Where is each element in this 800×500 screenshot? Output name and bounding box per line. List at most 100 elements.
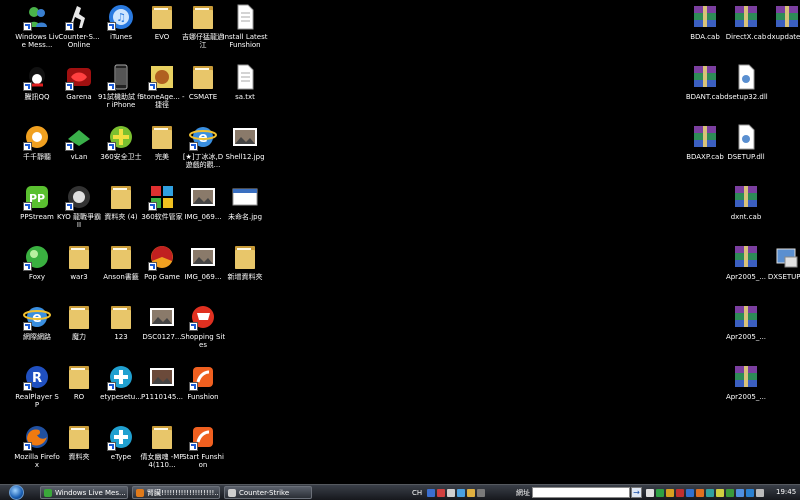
desktop-icon-photo[interactable]: IMG_069... xyxy=(183,182,223,240)
go-button[interactable]: → xyxy=(631,487,642,498)
tray-bluetooth-icon[interactable] xyxy=(736,488,744,497)
dll-icon xyxy=(732,63,760,91)
folder-icon xyxy=(107,243,135,271)
desktop-icon-folder[interactable]: RO xyxy=(59,362,99,420)
realplayer-icon: R xyxy=(23,363,51,391)
notification-area xyxy=(646,486,764,499)
folder-icon xyxy=(148,3,176,31)
desktop-icon-vlan[interactable]: vLan xyxy=(59,122,99,180)
taskbar-button-counter-strike[interactable]: Counter-Strike xyxy=(224,486,312,499)
desktop-icon-ie[interactable]: e [★]丁冰冰,D 遊戲的觀... xyxy=(183,122,223,180)
desktop-icon-popgame[interactable]: Pop Game xyxy=(142,242,182,300)
desktop-icon-qq[interactable]: 騰訊QQ xyxy=(17,62,57,120)
desktop-icon-folder[interactable]: 新增資料夾 xyxy=(225,242,265,300)
desktop-icon-label: 360安全卫士 xyxy=(100,153,142,161)
desktop-icon-dll[interactable]: DSETUP.dll xyxy=(726,122,766,180)
tray-volume-icon[interactable] xyxy=(756,488,764,497)
desktop-icon-etype[interactable]: eType xyxy=(101,422,141,480)
desktop-icon-garena[interactable]: Garena xyxy=(59,62,99,120)
desktop-icon-folder[interactable]: 資料夾 (4) xyxy=(101,182,141,240)
tray-firefox-icon[interactable] xyxy=(696,488,704,497)
taskbar-button-browser[interactable]: 腎臟!!!!!!!!!!!!!!!!!!!... xyxy=(132,486,220,499)
desktop-icon-folder[interactable]: 魔力 xyxy=(59,302,99,360)
desktop-icon-etype[interactable]: etypesetu... xyxy=(100,362,142,420)
options-icon[interactable] xyxy=(477,488,486,497)
settings-icon[interactable] xyxy=(467,488,476,497)
desktop-icon-rar[interactable]: Apr2005_... xyxy=(726,302,766,360)
tray-funshion-icon[interactable] xyxy=(716,488,724,497)
desktop-icon-rar[interactable]: BDAXP.cab xyxy=(685,122,725,180)
shortcut-arrow-icon xyxy=(23,322,32,331)
address-input[interactable] xyxy=(532,487,630,498)
tray-arrow-icon[interactable] xyxy=(646,488,654,497)
taskbar-button-messenger[interactable]: Windows Live Mes... xyxy=(40,486,128,499)
desktop-icon-folder[interactable]: 123 xyxy=(101,302,141,360)
desktop-icon-rar[interactable]: BDA.cab xyxy=(685,2,725,60)
desktop-icon-folder[interactable]: war3 xyxy=(59,242,99,300)
desktop-icon-doc[interactable]: sa.txt xyxy=(225,62,265,120)
desktop-icon-folder[interactable]: CSMATE xyxy=(183,62,223,120)
desktop-icon-shopping[interactable]: Shopping Sites xyxy=(181,302,225,360)
tray-antivirus-icon[interactable] xyxy=(676,488,684,497)
desktop-icon-label: IMG_069... xyxy=(184,213,222,221)
tray-alert-icon[interactable] xyxy=(746,488,754,497)
desktop-icon-s360mgr[interactable]: 360软件管家 xyxy=(141,182,183,240)
desktop-icon-folder[interactable]: 倩女幽魂 -MP4(110... xyxy=(140,422,184,480)
shortcut-arrow-icon xyxy=(107,142,116,151)
tray-power-icon[interactable] xyxy=(726,488,734,497)
stoneage-icon xyxy=(148,63,176,91)
desktop-icon-pps[interactable]: PP PPStream xyxy=(17,182,57,240)
desktop-icon-rar[interactable]: DirectX.cab xyxy=(726,2,766,60)
keyboard-icon[interactable] xyxy=(447,488,456,497)
desktop-icon-folder[interactable]: 吉娜仔猛龍過江 xyxy=(182,2,224,60)
desktop-icon-cs[interactable]: Counter-S... Online xyxy=(58,2,100,60)
desktop-icon-messenger[interactable]: Windows Live Mess... xyxy=(15,2,59,60)
desktop-icon-folder[interactable]: EVO xyxy=(142,2,182,60)
desktop-icon-itunes[interactable]: ♫ iTunes xyxy=(101,2,141,60)
desktop-icon-folder[interactable]: 資料夾 xyxy=(59,422,99,480)
desktop-icon-foxy[interactable]: Foxy xyxy=(17,242,57,300)
desktop-icon-image[interactable]: Shell12.jpg xyxy=(225,122,265,180)
desktop-icon-ttplayer[interactable]: 千千靜聽 xyxy=(17,122,57,180)
desktop-icon-rar[interactable]: BDANT.cab xyxy=(685,62,725,120)
desktop-icon-setup[interactable]: DXSETUP... xyxy=(767,242,800,300)
ie-icon: e xyxy=(189,123,217,151)
tray-network-icon[interactable] xyxy=(686,488,694,497)
desktop-icon-ie[interactable]: e 網際網路 xyxy=(17,302,57,360)
desktop-icon-realplayer[interactable]: R RealPlayer SP xyxy=(15,362,59,420)
desktop-icon-doc[interactable]: Install Latest Funshion xyxy=(223,2,267,60)
desktop-icon-rar[interactable]: Apr2005_... xyxy=(726,362,766,420)
ime-mode-icon[interactable] xyxy=(437,488,446,497)
desktop-icon-photo[interactable]: IMG_069... xyxy=(183,242,223,300)
desktop-icon-photo2[interactable]: DSC0127... xyxy=(142,302,182,360)
desktop-icon-dll[interactable]: dsetup32.dll xyxy=(724,62,768,120)
desktop-icon-s360[interactable]: 360安全卫士 xyxy=(100,122,142,180)
tray-shield-icon[interactable] xyxy=(666,488,674,497)
desktop-icon-rar[interactable]: dxnt.cab xyxy=(726,182,766,240)
desktop-icon-funshion[interactable]: Funshion xyxy=(183,362,223,420)
desktop-icon-firefox[interactable]: Mozilla Firefox xyxy=(14,422,60,480)
desktop-icon-rar[interactable]: Apr2005_... xyxy=(726,242,766,300)
desktop-icon-folder[interactable]: 完美 xyxy=(142,122,182,180)
desktop-icon-iphone[interactable]: 91試機助試 for iPhone xyxy=(98,62,144,120)
clock[interactable]: 19:45 xyxy=(776,488,796,496)
desktop-icon-label: Foxy xyxy=(28,273,46,281)
desktop-icon-label: 資料夾 (4) xyxy=(104,213,138,221)
etype-icon xyxy=(107,363,135,391)
desktop-icon-rar[interactable]: dxupdate... xyxy=(767,2,800,60)
desktop-icon-window[interactable]: 未命名.jpg xyxy=(225,182,265,240)
desktop-icon-label: Funshion xyxy=(187,393,219,401)
pps-icon: PP xyxy=(23,183,51,211)
folder-icon xyxy=(65,363,93,391)
ime-icon[interactable] xyxy=(427,488,436,497)
desktop-icon-funshion[interactable]: Start Funshion xyxy=(182,422,224,480)
desktop-icon-kyo[interactable]: KYO 龍戰爭霸II xyxy=(57,182,101,240)
start-button[interactable] xyxy=(2,485,30,500)
desktop-icon-photo3[interactable]: P1110145... xyxy=(141,362,183,420)
tray-messenger-icon[interactable] xyxy=(706,488,714,497)
help-icon[interactable] xyxy=(457,488,466,497)
desktop-icon-folder[interactable]: Anson書籤 xyxy=(101,242,141,300)
language-indicator[interactable]: CH xyxy=(412,489,422,497)
tray-360-icon[interactable] xyxy=(656,488,664,497)
desktop-icon-stoneage[interactable]: StoneAge... - 捷徑 xyxy=(139,62,185,120)
